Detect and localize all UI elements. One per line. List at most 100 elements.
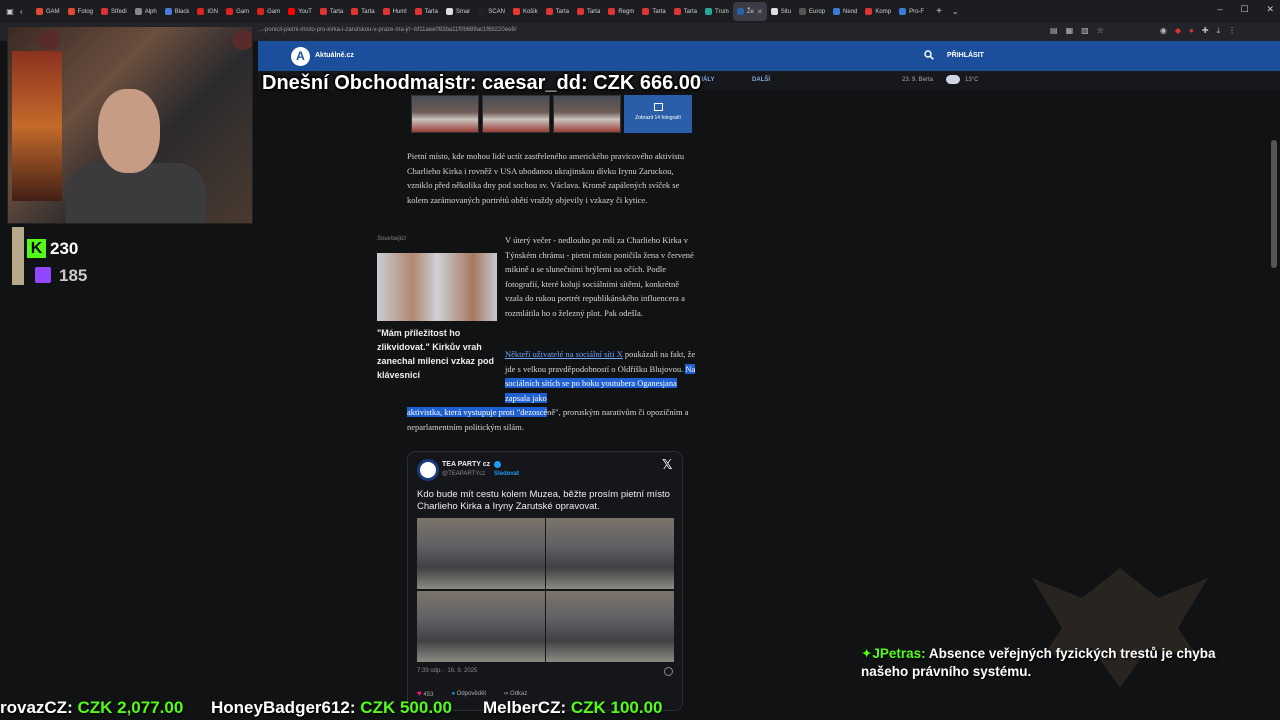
browser-tab[interactable]: Tarta [542, 2, 573, 21]
tab-label: Tarta [424, 8, 438, 15]
close-window-icon[interactable]: ✕ [1266, 4, 1274, 15]
extension-icon[interactable]: ◆ [1175, 26, 1181, 36]
browser-tab[interactable]: SCAN [474, 2, 509, 21]
browser-tab[interactable]: Black [161, 2, 194, 21]
copy-link-button[interactable]: ∞ Odkaz [504, 691, 527, 697]
browser-tab[interactable]: Gam [222, 2, 253, 21]
x-users-link[interactable]: Někteří uživatelé na sociální síti X [505, 349, 623, 359]
download-icon[interactable]: ⤓ [1217, 26, 1221, 36]
browser-tab[interactable]: IGN [193, 2, 222, 21]
tab-label: Tarta [329, 8, 344, 15]
ticker-item: rovazCZ: CZK 2,077.00 [0, 698, 184, 717]
tab-favicon-icon [36, 8, 43, 15]
tab-favicon-icon [445, 8, 453, 15]
tab-label: YouT [298, 8, 312, 15]
browser-tab[interactable]: Fotog [64, 2, 97, 21]
skull-decoration [232, 30, 252, 50]
date-name-day: 23. 9. Berta [902, 77, 934, 83]
browser-tab[interactable]: GAM [32, 2, 64, 21]
avatar[interactable] [417, 459, 439, 481]
browser-tab[interactable]: Středi [97, 2, 131, 21]
settings-icon[interactable]: ⋮ [1228, 26, 1236, 36]
tab-label: Středi [111, 8, 127, 15]
back-icon[interactable]: ‹ [20, 7, 32, 16]
browser-tab[interactable]: Regm [604, 2, 638, 21]
tweet-image[interactable] [546, 591, 674, 662]
browser-tab[interactable]: Tarta [573, 2, 604, 21]
url-text[interactable]: ...-ponicil-pietni-misto-pro-kirka-i-zar… [258, 27, 516, 33]
browser-tab[interactable]: YouT [284, 2, 316, 21]
tweet-image[interactable] [417, 591, 545, 662]
bookmark-star-icon[interactable]: ☆ [1097, 26, 1104, 36]
browser-tab[interactable]: Huml [379, 2, 411, 21]
sidebar-toggle-icon[interactable]: ▣ [0, 7, 20, 16]
tab-favicon-icon [226, 8, 234, 15]
browser-tab[interactable]: Situ [767, 2, 795, 21]
profile-icon[interactable]: ◉ [1160, 26, 1167, 36]
tab-label: Trum [715, 8, 729, 15]
related-article-image[interactable] [377, 253, 497, 321]
reply-button[interactable]: ● Odpovědět [451, 691, 486, 697]
close-tab-icon[interactable]: ✕ [757, 8, 763, 16]
tweet-image[interactable] [417, 518, 545, 589]
browser-tab[interactable]: Trum [701, 2, 733, 21]
tab-label: Tarta [586, 8, 601, 15]
nav-more[interactable]: DALŠÍ [752, 77, 770, 83]
tab-menu-icon[interactable]: ⌄ [952, 7, 959, 16]
tab-label: Tarta [683, 8, 698, 15]
browser-tab[interactable]: Tarta [347, 2, 378, 21]
tweet-author-name[interactable]: TEA PARTY cz [442, 461, 490, 468]
browser-tab[interactable]: Tarta [411, 2, 442, 21]
browser-tab[interactable]: Tarta [638, 2, 669, 21]
info-icon[interactable] [664, 667, 673, 676]
tab-list: GAM Fotog Středi Alph Black IGN Gam Gam YouT Tart… [32, 2, 928, 21]
maximize-icon[interactable]: ☐ [1240, 4, 1248, 15]
tab-favicon-icon [67, 8, 75, 15]
browser-tab[interactable]: Smar [442, 2, 474, 21]
scrollbar[interactable] [1271, 140, 1277, 268]
gallery-thumbnail[interactable] [482, 95, 550, 133]
browser-tab[interactable]: Tarta [670, 2, 701, 21]
browser-tab[interactable]: Komp [861, 2, 895, 21]
browser-tab[interactable]: Nend [829, 2, 861, 21]
site-name[interactable]: Aktuálně.cz [315, 52, 354, 59]
reader-icon[interactable]: ▦ [1066, 26, 1074, 36]
translate-icon[interactable]: ▧ [1081, 26, 1089, 36]
extension2-icon[interactable]: ● [1189, 26, 1194, 36]
login-link[interactable]: PŘIHLÁSIT [947, 52, 984, 59]
browser-tab[interactable]: Alph [131, 2, 161, 21]
kick-logo-icon: K [27, 239, 46, 258]
site-logo[interactable]: A [291, 47, 310, 66]
tweet-text: Kdo bude mít cestu kolem Muzea, běžte pr… [417, 489, 670, 512]
tab-label: Košik [522, 8, 538, 15]
gallery-thumbnail[interactable] [553, 95, 621, 133]
gallery-more-button[interactable]: Zobrazit 14 fotografií [624, 95, 692, 133]
browser-tab[interactable]: Košik [509, 2, 542, 21]
window-controls: – ☐ ✕ [1217, 4, 1274, 15]
donation-ticker: rovazCZ: CZK 2,077.00 HoneyBadger612: CZ… [0, 697, 1280, 720]
tweet-timestamp[interactable]: 7:39 odp. · 16. 9. 2025 [417, 668, 477, 674]
tab-favicon-icon [673, 8, 681, 15]
minimize-icon[interactable]: – [1217, 4, 1222, 15]
follow-button[interactable]: Sledovat [494, 471, 519, 477]
tab-favicon-icon [512, 8, 520, 15]
webcam-feed [7, 26, 253, 224]
tab-label: Alph [144, 8, 157, 15]
top-donor-banner: Dnešní Obchodmajstr: caesar_dd: CZK 666.… [262, 72, 702, 94]
puzzle-icon[interactable]: ✚ [1202, 26, 1209, 36]
link-icon: ∞ [504, 690, 509, 697]
new-tab-button[interactable]: + [936, 6, 942, 17]
tweet-handle[interactable]: @TEAPARTYcz [442, 471, 485, 477]
tweet-image[interactable] [546, 518, 674, 589]
browser-tab[interactable]: Tarta [316, 2, 347, 21]
x-logo-icon[interactable]: 𝕏 [662, 457, 672, 473]
browser-tab[interactable]: Pro-F [895, 2, 928, 21]
gallery-thumbnail[interactable] [411, 95, 479, 133]
browser-tab[interactable]: Europ [795, 2, 829, 21]
screenshot-icon[interactable]: ▤ [1050, 26, 1058, 36]
browser-tab[interactable]: Že ✕ [732, 2, 767, 21]
search-icon[interactable] [924, 50, 934, 60]
related-article-title[interactable]: "Mám příležitost ho zlikvidovat." Kirkův… [377, 326, 501, 382]
browser-tab[interactable]: Gam [253, 2, 284, 21]
site-header: A Aktuálně.cz PŘIHLÁSIT [258, 41, 1280, 71]
